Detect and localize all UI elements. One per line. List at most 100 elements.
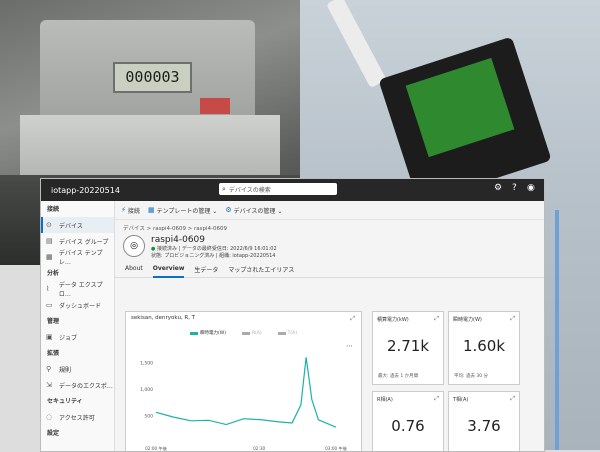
tile-value: 1.60k xyxy=(462,337,506,355)
tab[interactable]: Overview xyxy=(152,265,185,278)
legend-label: R(A) xyxy=(251,330,262,336)
sidebar-item[interactable]: ⌇ データ エクスプロ… xyxy=(41,281,114,298)
sidebar-item-label: ダッシュボード xyxy=(59,302,102,310)
expand-icon[interactable]: ⤢ xyxy=(434,395,439,403)
user-icon[interactable]: ◉ xyxy=(527,183,535,193)
export-icon: ⇲ xyxy=(46,381,52,389)
tile-label: R相(A) xyxy=(377,397,393,403)
permission-icon: ◌ xyxy=(46,413,53,421)
sidebar-section-label: セキュリティ xyxy=(47,398,83,405)
plug-icon: ⚡ xyxy=(121,206,126,214)
sidebar-section-label: 管理 xyxy=(47,318,60,325)
help-icon[interactable]: ? xyxy=(512,183,517,193)
main-panel: ⚡ 接続 ▦ テンプレートの管理 ⌄ ⚙ デバイスの管理 ⌄ デバイス > raspi4-… xyxy=(115,201,544,451)
template-icon: ▦ xyxy=(46,253,53,261)
kpi-tile: T相(A)⤢3.76平均: 過去 30 分 xyxy=(448,391,520,451)
sidebar-item[interactable]: ▣ ジョブ xyxy=(41,329,114,345)
tile-label: 瞬時電力(W) xyxy=(453,317,482,323)
legend-swatch xyxy=(277,331,286,335)
legend-label: 瞬時電力(W) xyxy=(199,331,226,336)
legend-item[interactable]: T(A) xyxy=(277,330,298,336)
job-icon: ▣ xyxy=(46,333,53,341)
command-button[interactable]: ⚙ デバイスの管理 ⌄ xyxy=(225,206,282,215)
sidebar-item-label: デバイス xyxy=(59,222,83,230)
rules-icon: ⚲ xyxy=(46,365,52,373)
template-icon: ▦ xyxy=(147,206,155,214)
series-line xyxy=(155,357,337,428)
sidebar-item[interactable]: ⚲ 規則 xyxy=(41,361,114,377)
command-button[interactable]: ▦ テンプレートの管理 ⌄ xyxy=(148,206,217,215)
device-status-line: ● 接続済み | データの最終受信日: 2022/6/9 16:01:02 xyxy=(151,245,277,252)
command-label: テンプレートの管理 ⌄ xyxy=(156,207,218,215)
y-tick-label: 500 xyxy=(144,414,153,420)
tab[interactable]: 生データ xyxy=(194,265,218,276)
sidebar-item[interactable]: ▤ デバイス グループ xyxy=(41,233,114,249)
device-provision-line: 状態: プロビジョニング済み | 組織: iotapp-20220514 xyxy=(151,253,276,259)
line-chart: 1,5001,00050002:00 午後2022/06/0902:30午後03… xyxy=(140,357,348,451)
kpi-tile: R相(A)⤢0.76平均: 過去 30 分 xyxy=(372,391,444,451)
tile-value: 0.76 xyxy=(391,417,425,435)
sidebar-section-label: 拡張 xyxy=(47,350,60,357)
y-tick-label: 1,000 xyxy=(140,387,153,393)
tile-label: T相(A) xyxy=(453,397,469,403)
sidebar-item[interactable]: ▦ デバイス テンプレ… xyxy=(41,249,114,266)
top-bar: iotapp-20220514 ⌕ デバイスの検索 ⚙ ? ◉ xyxy=(41,179,544,201)
sidebar-item-label: デバイス テンプレ… xyxy=(58,250,103,266)
command-label: デバイスの管理 ⌄ xyxy=(233,207,283,215)
tile-label: 積算電力(kW) xyxy=(377,317,409,323)
command-bar: ⚡ 接続 ▦ テンプレートの管理 ⌄ ⚙ デバイスの管理 ⌄ xyxy=(115,201,544,220)
tile-value: 2.71k xyxy=(386,337,430,355)
command-label: 接続 xyxy=(127,207,140,215)
expand-icon[interactable]: ⤢ xyxy=(510,395,515,403)
device-name: raspi4-0609 xyxy=(151,235,205,245)
sidebar-section-label: 接続 xyxy=(47,206,60,213)
kpi-tile: 瞬時電力(W) ⤢ 1.60k 平均: 過去 30 分 xyxy=(448,311,520,385)
sidebar-item[interactable]: ◌ アクセス許可 xyxy=(41,409,114,425)
meter-lcd-display: 000003 xyxy=(113,62,192,93)
overview-content: sekisan, denryoku, R, T ⤢ 瞬時電力(W) R(A) T(A… xyxy=(115,291,544,451)
legend-label: T(A) xyxy=(287,330,298,336)
legend-item[interactable]: R(A) xyxy=(241,330,262,336)
tab-bar: About Overview 生データ マップされたエイリアス xyxy=(115,265,544,278)
sidebar-item-label: 規則 xyxy=(59,366,72,374)
sidebar-item[interactable]: ⇲ データのエクスポ… xyxy=(41,377,114,393)
sidebar-item[interactable]: ▭ ダッシュボード xyxy=(41,297,114,313)
search-placeholder: デバイスの検索 xyxy=(228,186,271,194)
sidebar-item-label: データのエクスポ… xyxy=(59,382,113,390)
cable xyxy=(555,210,559,450)
tile-subtitle: 平均: 過去 30 分 xyxy=(454,374,489,379)
expand-icon[interactable]: ⤢ xyxy=(350,315,355,323)
app-title: iotapp-20220514 xyxy=(51,185,120,195)
command-button[interactable]: ⚡ 接続 xyxy=(121,206,140,215)
chart-icon: ⌇ xyxy=(46,285,50,293)
legend-item[interactable]: 瞬時電力(W) xyxy=(189,330,226,336)
tile-subtitle: 最大: 過去 1 か月間 xyxy=(378,374,419,379)
sidebar-section-label: 分析 xyxy=(47,270,60,277)
legend-swatch xyxy=(189,331,198,335)
kpi-tile: 積算電力(kW) ⤢ 2.71k 最大: 過去 1 か月間 xyxy=(372,311,444,385)
expand-icon[interactable]: ⤢ xyxy=(434,315,439,323)
gear-icon: ⚙ xyxy=(225,206,232,214)
y-tick-label: 1,500 xyxy=(140,361,153,367)
sidebar: 接続 ⊙ デバイス ▤ デバイス グループ ▦ デバイス テンプレ… 分析 ⌇ データ エクスプロ… xyxy=(41,201,115,451)
legend-swatch xyxy=(241,331,250,335)
meter-red-label xyxy=(200,98,230,114)
tab[interactable]: マップされたエイリアス xyxy=(228,265,294,276)
device-avatar-icon: ◎ xyxy=(123,235,145,257)
chart-legend: 瞬時電力(W) R(A) T(A) xyxy=(126,330,361,336)
gear-icon[interactable]: ⚙ xyxy=(494,183,502,193)
device-header: ◎ raspi4-0609 ● 接続済み | データの最終受信日: 2022/6… xyxy=(115,232,544,262)
sidebar-item-label: アクセス許可 xyxy=(59,414,95,422)
sidebar-item[interactable]: ⊙ デバイス xyxy=(41,217,114,233)
sidebar-item-label: ジョブ xyxy=(59,334,78,342)
search-input[interactable]: ⌕ デバイスの検索 xyxy=(219,183,337,195)
breadcrumb[interactable]: デバイス > raspi4-0609 > raspi4-0609 xyxy=(115,220,544,232)
iot-central-window: iotapp-20220514 ⌕ デバイスの検索 ⚙ ? ◉ 接続 ⊙ デバイス ▤… xyxy=(40,178,545,452)
chart-card: sekisan, denryoku, R, T ⤢ 瞬時電力(W) R(A) T(A… xyxy=(125,311,362,451)
sidebar-section-label: 設定 xyxy=(47,430,60,437)
sidebar-item-label: データ エクスプロ… xyxy=(58,282,103,298)
device-icon: ⊙ xyxy=(46,221,52,229)
chart-title: sekisan, denryoku, R, T xyxy=(131,315,196,321)
tab[interactable]: About xyxy=(125,265,143,276)
expand-icon[interactable]: ⤢ xyxy=(510,315,515,323)
